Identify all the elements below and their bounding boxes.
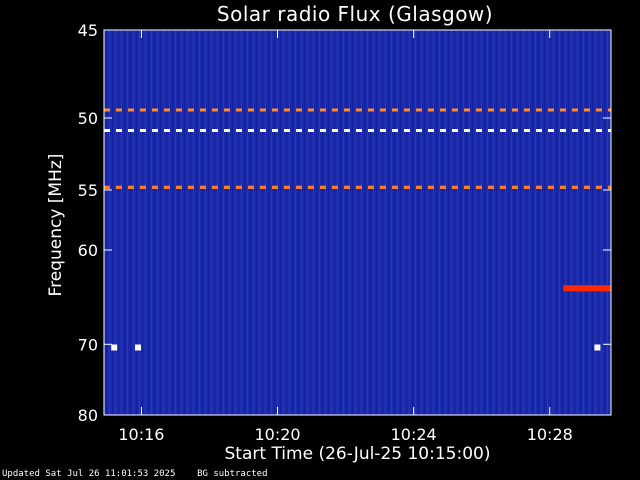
y-tick-label: 45 xyxy=(78,21,98,40)
footer: Updated Sat Jul 26 11:01:53 2025 BG subt… xyxy=(2,469,268,479)
bg-subtracted-note: BG subtracted xyxy=(197,469,268,479)
x-tick-label: 10:20 xyxy=(254,425,300,444)
emission-spot xyxy=(135,344,142,351)
y-tick-label: 55 xyxy=(78,181,98,200)
emission-spot xyxy=(594,344,601,351)
y-tick-label: 60 xyxy=(78,241,98,260)
y-tick-label: 80 xyxy=(78,406,98,425)
x-axis-label: Start Time (26-Jul-25 10:15:00) xyxy=(224,444,491,464)
emission-burst xyxy=(563,285,611,292)
y-tick-label: 70 xyxy=(78,335,98,354)
updated-timestamp: Updated Sat Jul 26 11:01:53 2025 xyxy=(2,469,176,479)
x-tick-label: 10:16 xyxy=(118,425,164,444)
emission-spot xyxy=(111,344,118,351)
x-tick-label: 10:24 xyxy=(391,425,437,444)
spectrogram-chart: 45 50 55 60 70 80 10:16 10:20 10:24 10:28 xyxy=(78,21,612,444)
y-tick-label: 50 xyxy=(78,109,98,128)
x-tick-label: 10:28 xyxy=(527,425,573,444)
y-axis-label: Frequency [MHz] xyxy=(46,153,66,297)
plot-background xyxy=(104,30,611,415)
